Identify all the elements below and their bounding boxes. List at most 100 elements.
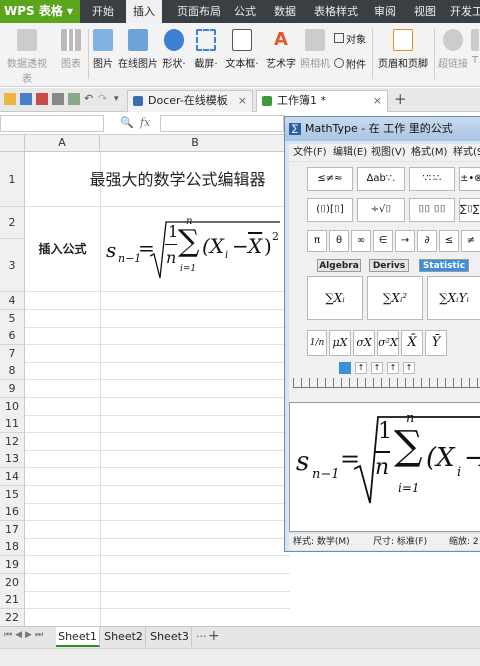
grid-row[interactable] bbox=[25, 503, 290, 521]
new-tab-icon[interactable]: + bbox=[394, 90, 407, 108]
tab-data[interactable]: 数据 bbox=[270, 0, 300, 23]
screenshot-button[interactable]: 截屏· bbox=[192, 25, 220, 81]
row-header[interactable]: 2 bbox=[0, 207, 25, 239]
grid-row[interactable] bbox=[25, 486, 290, 504]
nav-small-button[interactable] bbox=[339, 362, 351, 374]
mathtype-title-bar[interactable]: ∑ MathType - 在 工作 里的公式 bbox=[285, 117, 480, 141]
partial-symbol-button[interactable]: ∂ bbox=[417, 230, 437, 252]
sum-xi-template[interactable]: ∑Xᵢ bbox=[307, 276, 363, 320]
grid-row[interactable] bbox=[25, 609, 290, 627]
x-bar-template[interactable]: X̄ bbox=[401, 330, 423, 356]
object-button[interactable]: 对象 bbox=[334, 31, 366, 46]
row-header[interactable]: 4 bbox=[0, 292, 25, 310]
redo-icon[interactable]: ↷ bbox=[98, 93, 110, 105]
row-header[interactable]: 11 bbox=[0, 415, 25, 433]
infinity-symbol-button[interactable]: ∞ bbox=[351, 230, 371, 252]
search-icon[interactable]: 🔍 bbox=[120, 116, 134, 129]
neq-symbol-button[interactable]: ≠ bbox=[461, 230, 480, 252]
spaces-palette[interactable]: ∆ab∵. bbox=[357, 167, 405, 191]
tab-view[interactable]: 视图 bbox=[410, 0, 440, 23]
attachment-button[interactable]: 附件 bbox=[334, 56, 366, 71]
column-header-a[interactable]: A bbox=[25, 135, 100, 152]
row-header[interactable]: 6 bbox=[0, 327, 25, 345]
fractions-palette[interactable]: ÷√⌷ bbox=[357, 198, 405, 222]
menu-format[interactable]: 格式(M) bbox=[411, 144, 447, 161]
sum-xiyi-template[interactable]: ∑XᵢYᵢ bbox=[427, 276, 480, 320]
row-header[interactable]: 1 bbox=[0, 152, 25, 207]
grid-row[interactable] bbox=[25, 521, 290, 539]
fences-palette[interactable]: (⌷)[⌷] bbox=[307, 198, 353, 222]
camera-button[interactable]: 照相机 bbox=[300, 25, 330, 81]
row-header[interactable]: 13 bbox=[0, 450, 25, 468]
tab-table-style[interactable]: 表格样式 bbox=[310, 0, 362, 23]
tab-home[interactable]: 开始 bbox=[86, 0, 120, 23]
up-arrow-icon[interactable]: ↑ bbox=[387, 362, 399, 374]
formula-input[interactable] bbox=[160, 115, 284, 132]
header-footer-button[interactable]: 页眉和页脚 bbox=[376, 25, 430, 81]
row-header[interactable]: 12 bbox=[0, 433, 25, 451]
y-bar-template[interactable]: Ȳ bbox=[425, 330, 447, 356]
one-over-n-template[interactable]: 1/n bbox=[307, 330, 327, 356]
close-icon[interactable]: × bbox=[238, 91, 247, 111]
menu-style[interactable]: 样式(S) bbox=[453, 144, 480, 161]
tab-docer-templates[interactable]: Docer-在线模板 × bbox=[127, 90, 253, 112]
grid-row[interactable] bbox=[25, 362, 290, 380]
row-header[interactable]: 14 bbox=[0, 468, 25, 486]
grid-row[interactable] bbox=[25, 310, 290, 328]
print-icon[interactable] bbox=[52, 93, 64, 105]
row-header[interactable]: 21 bbox=[0, 591, 25, 609]
tab-developer[interactable]: 开发工 bbox=[450, 0, 480, 23]
element-of-symbol-button[interactable]: ∈ bbox=[373, 230, 393, 252]
grid-row[interactable] bbox=[25, 433, 290, 451]
row-header[interactable]: 8 bbox=[0, 362, 25, 380]
column-header-b[interactable]: B bbox=[100, 135, 290, 152]
grid-row[interactable] bbox=[25, 415, 290, 433]
more-sheets-icon[interactable]: ··· bbox=[196, 630, 207, 643]
mathtype-edit-area[interactable]: s n−1 = 1 n n ∑ i=1 (X i − X bbox=[289, 402, 480, 532]
sheet-nav-icon[interactable]: ⏮◀▶⏭ bbox=[4, 630, 46, 640]
row-header[interactable]: 16 bbox=[0, 503, 25, 521]
textbox-button[interactable]: 文本框· bbox=[224, 25, 260, 81]
name-box[interactable] bbox=[0, 115, 104, 132]
grid-row[interactable] bbox=[25, 556, 290, 574]
tab-formulas[interactable]: 公式 bbox=[230, 0, 260, 23]
mathtype-window[interactable]: ∑ MathType - 在 工作 里的公式 文件(F) 编辑(E) 视图(V)… bbox=[284, 116, 480, 552]
undo-icon[interactable]: ↶ bbox=[84, 93, 96, 105]
grid-row[interactable] bbox=[25, 345, 290, 363]
menu-file[interactable]: 文件(F) bbox=[293, 144, 327, 161]
relations-palette[interactable]: ≤≠≈ bbox=[307, 167, 353, 191]
sheet-tab-3[interactable]: Sheet3 bbox=[148, 627, 192, 647]
tab-workbook1[interactable]: 工作簿1 * × bbox=[256, 90, 388, 112]
grid-row[interactable] bbox=[25, 398, 290, 416]
select-all-corner[interactable] bbox=[0, 135, 25, 152]
customize-chevron-icon[interactable]: ▾ bbox=[114, 93, 126, 105]
embellishments-palette[interactable]: ∵∷∴ bbox=[409, 167, 455, 191]
title-cell[interactable]: 最强大的数学公式编辑器 bbox=[25, 152, 290, 207]
leq-symbol-button[interactable]: ≤ bbox=[439, 230, 459, 252]
style-status[interactable]: 样式: 数学(M) bbox=[293, 534, 350, 550]
row-header[interactable]: 17 bbox=[0, 521, 25, 539]
scripts-palette[interactable]: ⌷⌷ ⌷⌷ bbox=[409, 198, 455, 222]
label-cell[interactable]: 插入公式 bbox=[25, 207, 100, 292]
zoom-status[interactable]: 缩放: 2 bbox=[449, 534, 479, 550]
mu-x-template[interactable]: μX bbox=[329, 330, 351, 356]
sigma-x-template[interactable]: σX bbox=[353, 330, 375, 356]
row-header[interactable]: 19 bbox=[0, 556, 25, 574]
summation-palette[interactable]: ∑⌷∑⌷ bbox=[459, 198, 480, 222]
hyperlink-button[interactable]: 超链接 bbox=[438, 25, 468, 81]
tab-derivs[interactable]: Derivs bbox=[369, 259, 409, 272]
add-sheet-icon[interactable]: + bbox=[208, 628, 220, 644]
chart-button[interactable]: 图表 bbox=[56, 25, 86, 81]
tab-statistics[interactable]: Statistic bbox=[419, 259, 469, 272]
row-header[interactable]: 5 bbox=[0, 310, 25, 328]
wordart-button[interactable]: A 艺术字 bbox=[264, 25, 298, 81]
pivot-table-button[interactable]: 数据透视表 bbox=[4, 25, 50, 85]
shapes-button[interactable]: 形状· bbox=[160, 25, 188, 81]
tab-review[interactable]: 审阅 bbox=[370, 0, 400, 23]
row-header[interactable]: 15 bbox=[0, 486, 25, 504]
row-header[interactable]: 3 bbox=[0, 239, 25, 292]
grid-row[interactable] bbox=[25, 327, 290, 345]
formula-object[interactable]: s n−1 = 1 n n ∑ i=1 (X i − X ) 2 bbox=[104, 210, 284, 290]
export-pdf-icon[interactable] bbox=[36, 93, 48, 105]
menu-view[interactable]: 视图(V) bbox=[371, 144, 406, 161]
